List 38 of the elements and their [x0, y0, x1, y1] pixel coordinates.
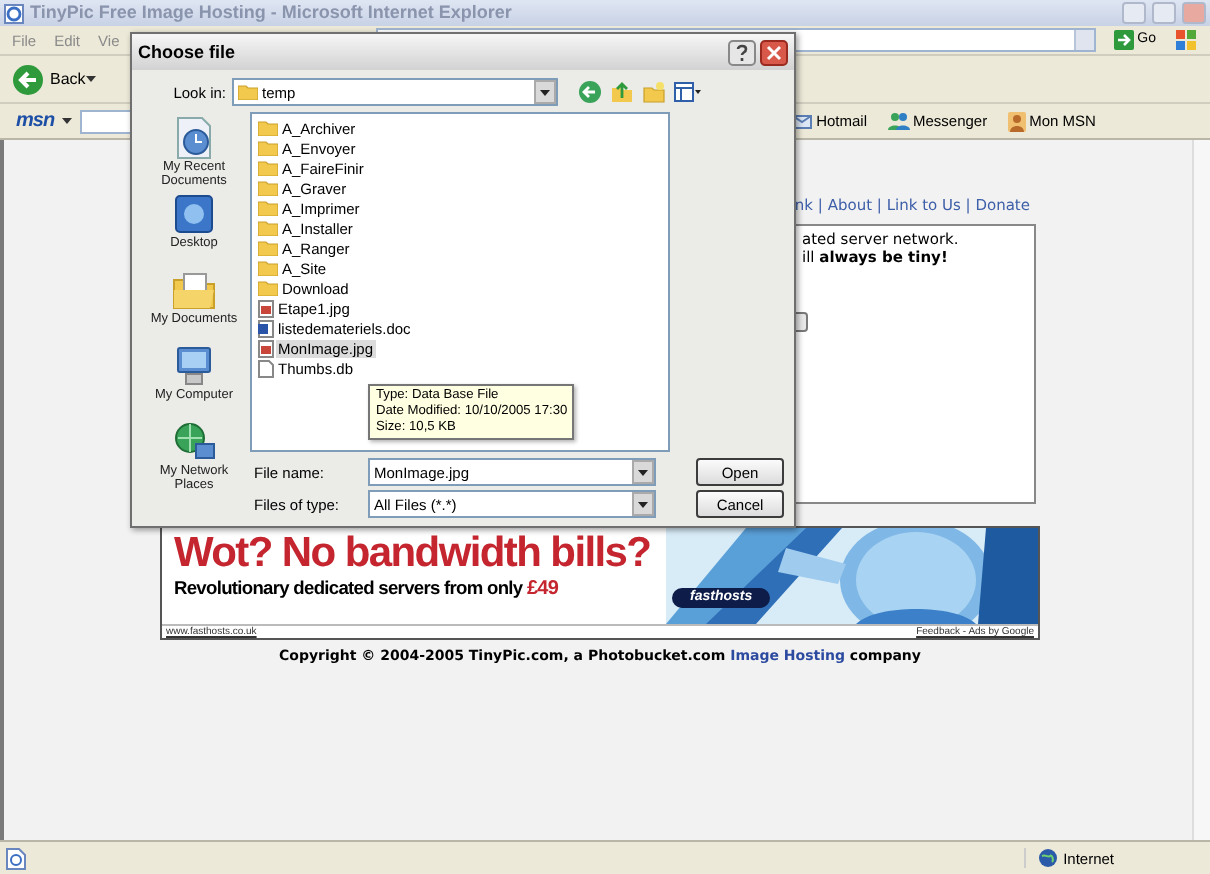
person-icon — [1007, 111, 1026, 131]
recent-documents-icon — [172, 116, 216, 160]
help-button[interactable] — [728, 39, 756, 65]
close-button[interactable] — [760, 39, 788, 65]
image-file-icon — [258, 339, 274, 357]
desktop-icon — [172, 192, 216, 236]
scrollbar[interactable] — [1192, 140, 1210, 840]
window-title: TinyPic Free Image Hosting - Microsoft Internet Explorer — [30, 2, 512, 24]
minimize-button[interactable] — [1122, 2, 1146, 24]
ad-headline: Wot? No bandwidth bills? — [174, 530, 653, 576]
windows-flag-icon — [1174, 28, 1198, 52]
caret-icon — [638, 469, 648, 475]
new-folder-icon[interactable] — [642, 80, 666, 104]
caret-icon — [638, 501, 648, 507]
page-icon — [6, 847, 26, 869]
arrow-icon — [1113, 30, 1134, 50]
image-file-icon — [258, 299, 274, 317]
back-icon[interactable] — [578, 80, 602, 104]
globe-icon — [1037, 848, 1058, 868]
views-menu-icon[interactable] — [674, 80, 702, 104]
network-icon — [172, 420, 216, 464]
browser-icon — [4, 3, 24, 23]
caret-icon[interactable] — [85, 76, 96, 82]
back-button[interactable]: Back — [12, 63, 86, 95]
maximize-button[interactable] — [1152, 2, 1176, 24]
documents-folder-icon — [172, 268, 216, 312]
help-icon — [728, 39, 756, 65]
close-icon — [760, 39, 788, 65]
msn-logo: msn — [16, 109, 55, 133]
up-folder-icon[interactable] — [610, 80, 634, 104]
dialog-title: Choose file — [138, 41, 236, 63]
caret-icon — [540, 89, 550, 95]
file-icon — [258, 359, 274, 377]
caret-icon[interactable] — [62, 118, 73, 124]
computer-icon — [172, 344, 216, 388]
ad-subline: Revolutionary dedicated servers from only £49 — [174, 576, 561, 602]
messenger-icon — [887, 112, 909, 130]
document-icon — [258, 319, 274, 337]
